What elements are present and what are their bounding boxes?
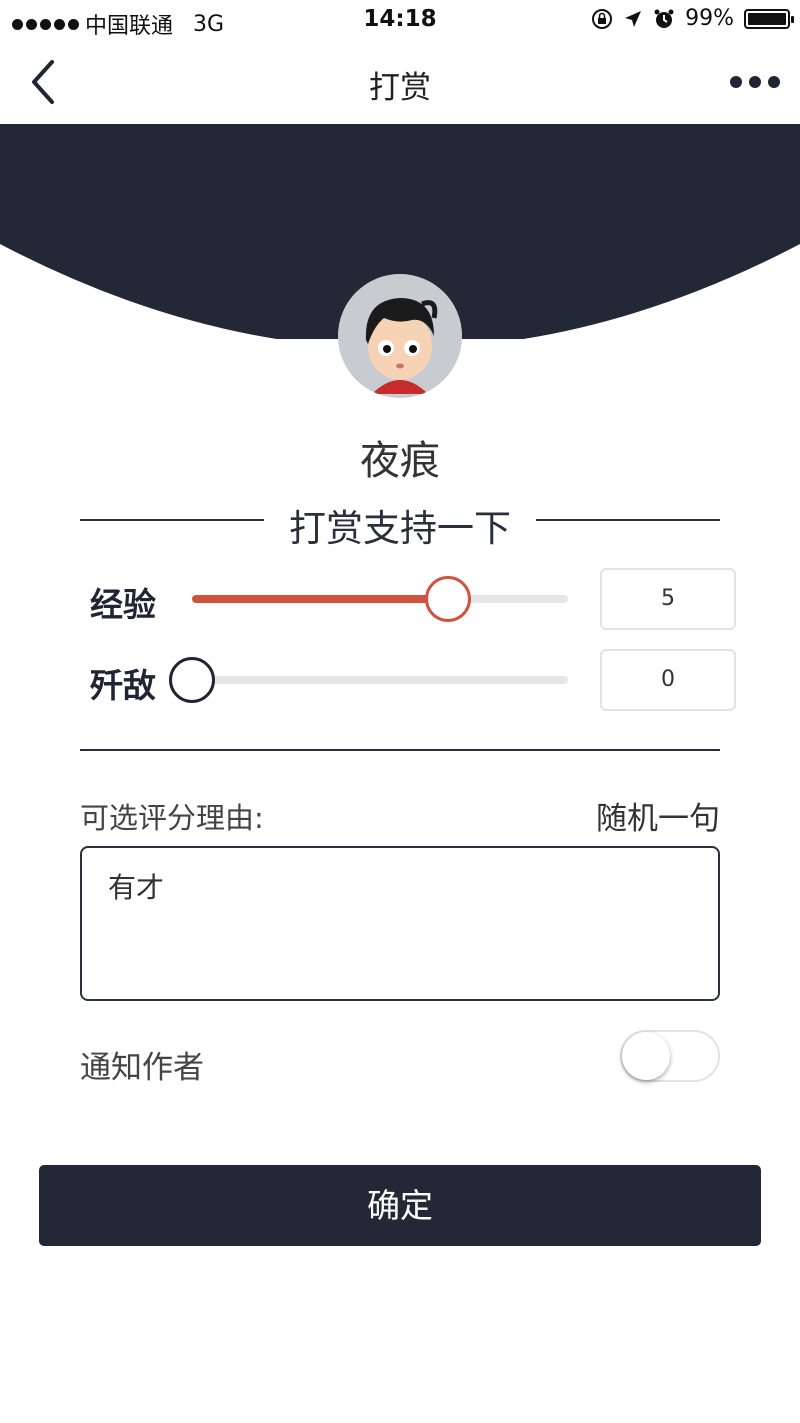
more-dot — [768, 76, 780, 88]
experience-value-input[interactable]: 5 — [600, 568, 736, 630]
more-dots-icon — [730, 76, 742, 88]
slider-label: 歼敌 — [90, 666, 156, 705]
slider-label: 经验 — [90, 585, 156, 624]
notify-author-toggle[interactable] — [620, 1030, 720, 1082]
kills-value-input[interactable]: 0 — [600, 649, 736, 711]
section-title: 打赏支持一下 — [80, 498, 720, 550]
slider-row-experience: 经验 5 — [90, 568, 740, 630]
slider-row-kills: 歼敌 0 — [90, 649, 740, 711]
more-dot — [749, 76, 761, 88]
slider-fill — [192, 595, 448, 603]
slider-thumb[interactable] — [169, 657, 215, 703]
status-right: 99% — [591, 6, 794, 31]
reason-textarea[interactable]: 有才 — [80, 846, 720, 1001]
random-reason-button[interactable]: 随机一句 — [596, 793, 720, 838]
reason-label: 可选评分理由: — [80, 801, 264, 835]
more-button[interactable] — [728, 70, 782, 94]
rotation-lock-icon — [592, 8, 613, 29]
confirm-button[interactable]: 确定 — [39, 1165, 761, 1246]
battery-percent: 99% — [685, 6, 734, 31]
slider-thumb[interactable] — [424, 576, 471, 622]
nav-bar: 打赏 — [0, 40, 800, 124]
section-title-text: 打赏支持一下 — [289, 507, 511, 550]
location-arrow-icon — [625, 10, 642, 27]
avatar[interactable] — [338, 274, 462, 398]
battery-icon — [744, 8, 794, 29]
toggle-knob — [622, 1032, 670, 1080]
status-bar: 中国联通 3G 14:18 99% — [0, 0, 800, 40]
page-title: 打赏 — [369, 70, 431, 106]
cartoon-avatar-icon — [338, 274, 462, 398]
kills-slider[interactable] — [169, 657, 568, 703]
alarm-icon — [654, 9, 674, 28]
experience-slider[interactable] — [192, 576, 568, 622]
title-line-right — [536, 519, 720, 521]
divider — [80, 749, 720, 751]
notify-author-label: 通知作者 — [80, 1050, 204, 1086]
username: 夜痕 — [360, 438, 440, 484]
